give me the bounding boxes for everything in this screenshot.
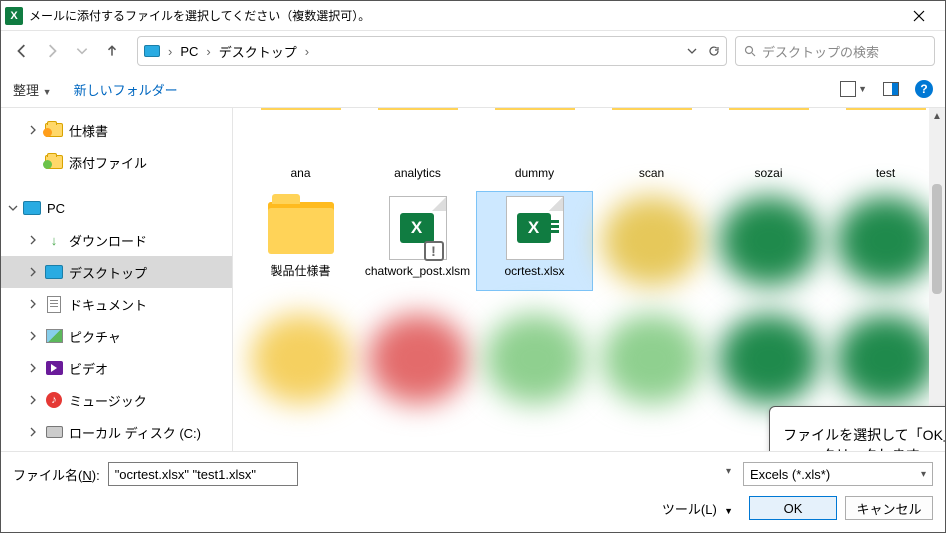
breadcrumb-sep-icon [166, 44, 174, 59]
recent-dropdown[interactable] [71, 40, 93, 62]
desktop-icon [45, 265, 63, 279]
tree-item-pc[interactable]: PC [1, 192, 232, 224]
excel-app-icon: X [5, 7, 23, 25]
back-button[interactable] [11, 40, 33, 62]
folder-icon [378, 108, 458, 110]
view-mode-button[interactable]: ▼ [840, 81, 867, 97]
file-item-xlsm[interactable]: X!chatwork_post.xlsm [360, 192, 475, 290]
excel-file-icon: X! [389, 196, 447, 260]
up-button[interactable] [101, 40, 123, 62]
file-item-blurred[interactable] [828, 310, 943, 408]
document-icon [47, 296, 61, 313]
preview-pane-button[interactable] [883, 82, 899, 96]
search-icon [744, 45, 756, 57]
file-item-blurred[interactable] [594, 310, 709, 408]
macro-warn-icon: ! [424, 241, 444, 261]
file-item-blurred[interactable] [477, 310, 592, 408]
pc-icon [23, 201, 41, 215]
dialog-footer: ファイル名(N): ▾ Excels (*.xls*)▾ ツール(L) ▼ OK… [1, 451, 945, 532]
download-icon: ↓ [45, 232, 63, 248]
close-button[interactable] [897, 2, 941, 30]
ok-button[interactable]: OK [749, 496, 837, 520]
folder-icon [846, 108, 926, 110]
filetype-filter[interactable]: Excels (*.xls*)▾ [743, 462, 933, 486]
folder-icon [612, 108, 692, 110]
excel-file-icon: X [506, 196, 564, 260]
tree-item-pictures[interactable]: ピクチャ [1, 320, 232, 352]
tree-item-desktop[interactable]: デスクトップ [1, 256, 232, 288]
tree-item-localdisk[interactable]: ローカル ディスク (C:) [1, 416, 232, 448]
pictures-icon [46, 329, 63, 343]
organize-menu[interactable]: 整理 ▼ [13, 80, 52, 99]
tree-item-quick2[interactable]: 添付ファイル [1, 146, 232, 178]
breadcrumb-sep-icon [204, 44, 212, 59]
search-input[interactable]: デスクトップの検索 [735, 36, 935, 66]
scroll-up-icon[interactable]: ▲ [929, 108, 945, 124]
breadcrumb-desktop[interactable]: デスクトップ [219, 42, 297, 61]
breadcrumb-pc[interactable]: PC [180, 44, 198, 59]
folder-icon [261, 108, 341, 110]
breadcrumb-sep-icon [303, 44, 311, 59]
folder-item[interactable]: test [828, 108, 943, 186]
music-icon: ♪ [46, 392, 62, 408]
file-item-blurred[interactable] [243, 310, 358, 408]
close-icon [913, 10, 925, 22]
toolbar: 整理 ▼ 新しいフォルダー ▼ ? [1, 71, 945, 107]
tree-item-documents[interactable]: ドキュメント [1, 288, 232, 320]
search-placeholder: デスクトップの検索 [762, 42, 879, 61]
folder-item[interactable]: scan [594, 108, 709, 186]
file-item-blurred[interactable] [828, 192, 943, 290]
filename-input[interactable] [108, 462, 298, 486]
file-item-blurred[interactable] [711, 192, 826, 290]
cancel-button[interactable]: キャンセル [845, 496, 933, 520]
folder-icon [495, 108, 575, 110]
folder-item[interactable]: sozai [711, 108, 826, 186]
nav-row: PC デスクトップ デスクトップの検索 [1, 31, 945, 71]
folder-item[interactable]: analytics [360, 108, 475, 186]
nav-tree[interactable]: 仕様書 添付ファイル PC ↓ダウンロード デスクトップ ドキュメント ピクチャ… [1, 108, 233, 451]
titlebar: X メールに添付するファイルを選択してください（複数選択可）。 [1, 1, 945, 31]
file-pane: ana analytics dummy scan sozai test 製品仕様… [233, 108, 945, 451]
chevron-down-icon[interactable]: ▾ [726, 466, 731, 477]
tree-item-downloads[interactable]: ↓ダウンロード [1, 224, 232, 256]
disk-icon [46, 426, 63, 438]
window-title: メールに添付するファイルを選択してください（複数選択可）。 [29, 7, 897, 24]
file-item-xlsx-selected[interactable]: Xocrtest.xlsx [477, 192, 592, 290]
folder-icon [268, 202, 334, 254]
new-folder-button[interactable]: 新しいフォルダー [74, 80, 178, 99]
address-bar[interactable]: PC デスクトップ [137, 36, 727, 66]
folder-item[interactable]: ana [243, 108, 358, 186]
video-icon [46, 361, 63, 375]
help-button[interactable]: ? [915, 80, 933, 98]
tree-item-videos[interactable]: ビデオ [1, 352, 232, 384]
refresh-icon[interactable] [708, 45, 720, 57]
instruction-callout: ファイルを選択して「OK」をクリックします。 [769, 406, 945, 451]
pc-icon [144, 45, 160, 57]
forward-button[interactable] [41, 40, 63, 62]
chevron-down-icon[interactable] [686, 45, 698, 57]
folder-icon [729, 108, 809, 110]
tools-menu[interactable]: ツール(L) ▼ [662, 499, 733, 518]
dialog-body: 仕様書 添付ファイル PC ↓ダウンロード デスクトップ ドキュメント ピクチャ… [1, 107, 945, 451]
file-item-blurred[interactable] [360, 310, 475, 408]
file-item-blurred[interactable] [594, 192, 709, 290]
filename-label: ファイル名(N): [13, 465, 100, 484]
scrollbar-thumb[interactable] [932, 184, 942, 294]
vertical-scrollbar[interactable]: ▲ ▼ [929, 108, 945, 451]
file-open-dialog: X メールに添付するファイルを選択してください（複数選択可）。 PC デスクトッ… [0, 0, 946, 533]
folder-item[interactable]: 製品仕様書 [243, 192, 358, 290]
tree-item-music[interactable]: ♪ミュージック [1, 384, 232, 416]
folder-item[interactable]: dummy [477, 108, 592, 186]
file-item-blurred[interactable] [711, 310, 826, 408]
tree-item-quick1[interactable]: 仕様書 [1, 114, 232, 146]
